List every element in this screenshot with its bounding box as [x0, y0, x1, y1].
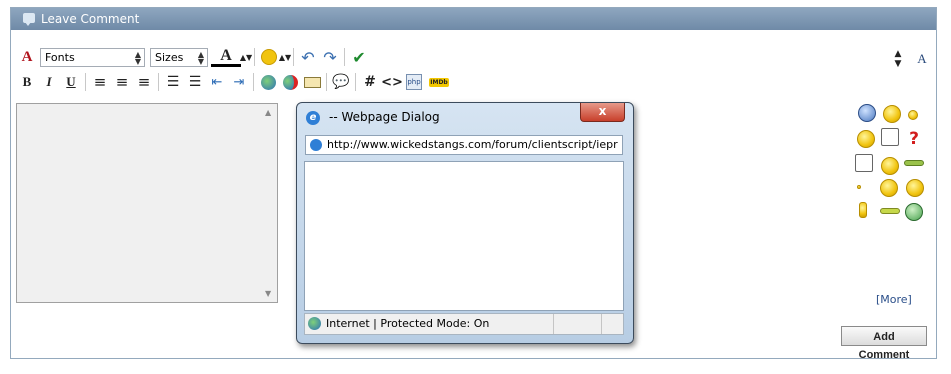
toolbar-separator [158, 73, 159, 91]
address-bar: http://www.wickedstangs.com/forum/client… [305, 135, 623, 155]
toolbar-separator [355, 73, 356, 91]
internet-explorer-icon: e [306, 111, 320, 125]
toolbar-separator [254, 48, 255, 66]
smilies-menu-icon[interactable] [258, 46, 280, 68]
code-button[interactable]: <> [381, 71, 403, 93]
toolbar-separator [85, 73, 86, 91]
smiley-icon[interactable] [883, 105, 901, 123]
outdent-icon[interactable]: ⇤ [206, 71, 228, 93]
smiley-icon[interactable] [881, 157, 899, 175]
globe-icon [308, 317, 321, 330]
text-color-icon[interactable]: A [211, 47, 241, 67]
color-dropdown-icon[interactable]: ▲▼ [240, 46, 252, 68]
ordered-list-icon[interactable]: ☰ [162, 71, 184, 93]
smiley-icon[interactable] [857, 185, 861, 189]
toolbar-row-1: A Fonts ▲ ▼ Sizes ▲ ▼ A ▲▼ ▲▼ ↶ ↷ ✔ [16, 46, 370, 68]
indent-icon[interactable]: ⇥ [228, 71, 250, 93]
internet-explorer-icon [310, 139, 322, 151]
select-arrows-icon: ▲ ▼ [197, 49, 204, 66]
dialog-title: -- Webpage Dialog [329, 110, 440, 124]
smiley-icon[interactable] [880, 208, 900, 214]
comment-textarea[interactable]: ▲ ▼ [16, 103, 278, 303]
scroll-down-icon[interactable]: ▼ [265, 289, 271, 298]
webpage-dialog: e -- Webpage Dialog x http://www.wickeds… [296, 102, 634, 344]
remove-link-icon[interactable] [279, 71, 301, 93]
hash-button[interactable]: # [359, 71, 381, 93]
undo-icon[interactable]: ↶ [297, 46, 319, 68]
smiley-icon[interactable] [880, 179, 898, 197]
dialog-content [304, 161, 624, 311]
font-select[interactable]: Fonts ▲ ▼ [40, 47, 145, 67]
smilies-dropdown-icon[interactable]: ▲▼ [279, 46, 291, 68]
toolbar-separator [253, 73, 254, 91]
smiley-icon[interactable] [857, 130, 875, 148]
smiley-icon[interactable] [908, 110, 918, 120]
question-smiley-icon[interactable]: ? [905, 128, 923, 150]
size-select-value: Sizes [155, 50, 184, 64]
insert-email-icon[interactable] [301, 71, 323, 93]
align-right-icon[interactable]: ≡ [133, 71, 155, 93]
spell-check-icon[interactable]: ✔ [348, 46, 370, 68]
underline-button[interactable]: U [60, 71, 82, 93]
select-arrows-icon: ▲ ▼ [134, 49, 141, 66]
dialog-status-bar: Internet | Protected Mode: On [304, 313, 624, 335]
redo-icon[interactable]: ↷ [319, 46, 341, 68]
quote-icon[interactable]: 💬 [330, 71, 352, 93]
smiley-icon[interactable] [904, 160, 924, 166]
php-button[interactable]: php [406, 74, 422, 90]
toolbar-row-2: B I U ≡ ≡ ≡ ☰ ☰ ⇤ ⇥ 💬 # <> php IMDb [16, 71, 449, 93]
bold-button[interactable]: B [16, 71, 38, 93]
smiley-icon[interactable] [906, 179, 924, 197]
toolbar-separator [293, 48, 294, 66]
unordered-list-icon[interactable]: ☰ [184, 71, 206, 93]
size-select[interactable]: Sizes ▲ ▼ [150, 47, 208, 67]
font-select-value: Fonts [45, 50, 75, 64]
switch-editor-mode-icon[interactable]: A [911, 48, 933, 70]
imdb-button[interactable]: IMDb [429, 77, 449, 87]
more-smilies-link[interactable]: [More] [876, 293, 912, 306]
insert-link-icon[interactable] [257, 71, 279, 93]
remove-format-icon[interactable]: A [16, 46, 38, 68]
panel-title: Leave Comment [41, 12, 140, 26]
editor-scrollbar[interactable]: ▲ ▼ [261, 104, 277, 302]
smiley-sign-icon[interactable] [881, 128, 899, 146]
italic-button[interactable]: I [38, 71, 60, 93]
smiley-icon[interactable] [858, 104, 876, 122]
smiley-icon[interactable] [905, 203, 923, 221]
smiley-sign-icon[interactable] [855, 154, 873, 172]
address-text: http://www.wickedstangs.com/forum/client… [327, 138, 618, 151]
toolbar-separator [326, 73, 327, 91]
status-divider [553, 314, 554, 334]
comment-icon [23, 13, 35, 26]
align-center-icon[interactable]: ≡ [111, 71, 133, 93]
status-divider [601, 314, 602, 334]
smiley-icon[interactable] [859, 202, 867, 218]
status-text: Internet | Protected Mode: On [326, 317, 490, 330]
align-left-icon[interactable]: ≡ [89, 71, 111, 93]
toolbar-separator [344, 48, 345, 66]
resize-toggle-icon[interactable]: ▲ ▼ [889, 48, 907, 70]
scroll-up-icon[interactable]: ▲ [265, 108, 271, 117]
panel-header: Leave Comment [11, 8, 936, 30]
add-comment-button[interactable]: Add Comment [841, 326, 927, 361]
close-button[interactable]: x [580, 103, 625, 122]
